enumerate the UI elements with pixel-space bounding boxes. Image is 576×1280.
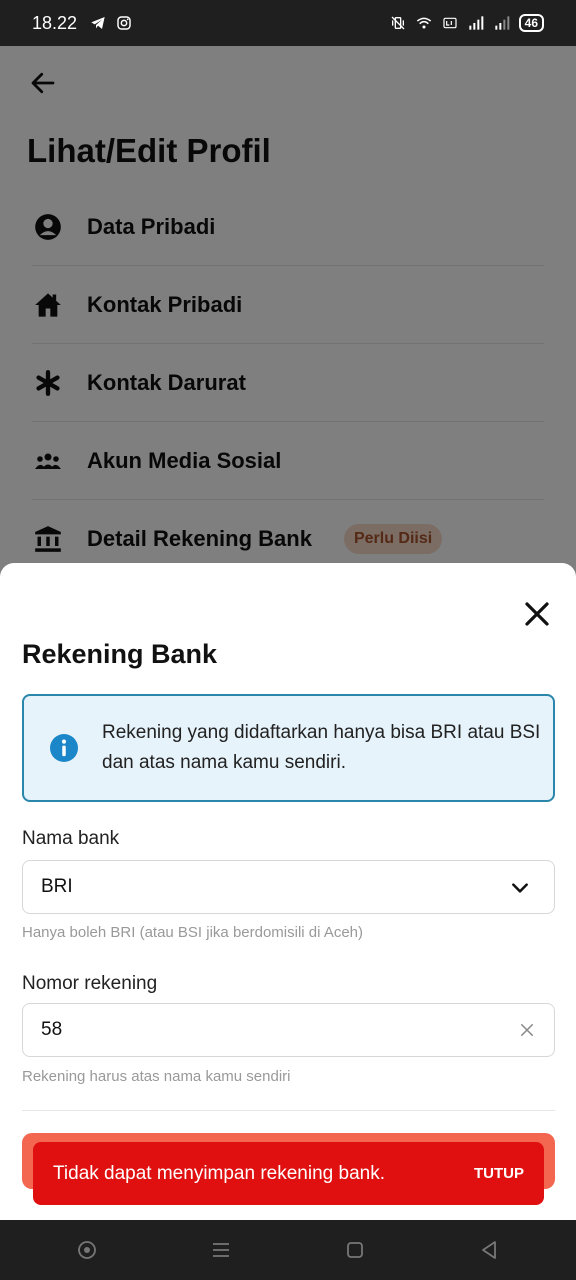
system-nav-bar — [0, 1220, 576, 1280]
account-number-helper: Rekening harus atas nama kamu sendiri — [22, 1068, 291, 1085]
bank-name-label: Nama bank — [22, 828, 120, 849]
bank-name-select[interactable]: BRI — [22, 860, 555, 914]
account-number-input[interactable]: 58 — [22, 1003, 555, 1057]
info-icon — [50, 734, 78, 762]
account-number-value: 58 — [41, 1019, 63, 1040]
close-icon[interactable] — [522, 599, 552, 629]
chevron-down-icon — [512, 883, 528, 893]
home-icon[interactable] — [343, 1238, 367, 1262]
snackbar-message: Tidak dapat menyimpan rekening bank. — [53, 1162, 385, 1184]
info-banner: Rekening yang didaftarkan hanya bisa BRI… — [22, 694, 555, 802]
vibrate-icon — [391, 16, 405, 30]
recent-apps-icon[interactable] — [209, 1238, 233, 1262]
volte-icon — [443, 17, 457, 29]
instagram-icon — [117, 16, 131, 30]
back-nav-icon[interactable] — [477, 1238, 501, 1262]
info-text: Rekening yang didaftarkan hanya bisa BRI… — [102, 722, 541, 773]
wifi-icon — [416, 17, 431, 29]
bank-name-value: BRI — [41, 876, 73, 897]
assistant-button-icon[interactable] — [75, 1238, 99, 1262]
bank-name-helper: Hanya boleh BRI (atau BSI jika berdomisi… — [22, 924, 364, 941]
sheet-title: Rekening Bank — [22, 639, 218, 669]
status-bar: 18.22 46 — [0, 0, 576, 46]
account-number-label: Nomor rekening — [22, 973, 158, 994]
divider — [22, 1110, 555, 1111]
signal-2-icon — [494, 16, 509, 30]
error-snackbar: Tidak dapat menyimpan rekening bank. TUT… — [33, 1142, 544, 1205]
signal-icon — [468, 16, 483, 30]
clear-icon[interactable] — [520, 1023, 534, 1037]
status-time: 18.22 — [32, 12, 78, 33]
snackbar-close-button[interactable]: TUTUP — [474, 1165, 524, 1182]
bank-account-sheet: Rekening Bank Rekening yang didaftarkan … — [0, 563, 576, 1220]
telegram-icon — [91, 17, 105, 29]
battery-indicator: 46 — [518, 14, 544, 32]
